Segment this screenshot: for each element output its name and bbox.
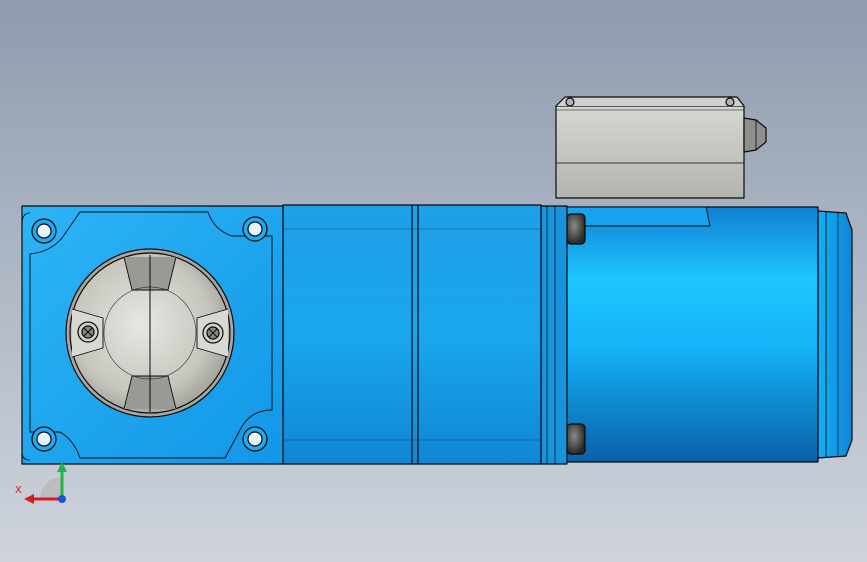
mounting-hole-icon [31,218,57,244]
terminal-box[interactable] [555,96,767,199]
gearbox-housing[interactable] [282,204,542,465]
adaptor-ring [540,205,568,465]
hub-screw-icon [77,321,99,343]
cad-viewport[interactable]: X [0,0,867,562]
mounting-hole-icon [31,426,57,452]
mounting-hole-icon [242,216,268,242]
output-shaft-hub[interactable] [65,248,235,418]
motor-body[interactable] [565,206,853,463]
terminal-box-screw-icon [565,97,575,107]
motor-end-cap [817,210,853,459]
terminal-box-screw-icon [725,97,735,107]
mounting-hole-icon [242,426,268,452]
motor-bolt-icon [566,423,586,455]
viewport-canvas[interactable] [0,0,867,562]
x-axis-label: X [15,485,22,496]
motor-bolt-icon [566,213,586,245]
z-axis-dot-icon [58,495,66,503]
hub-screw-icon [202,322,224,344]
